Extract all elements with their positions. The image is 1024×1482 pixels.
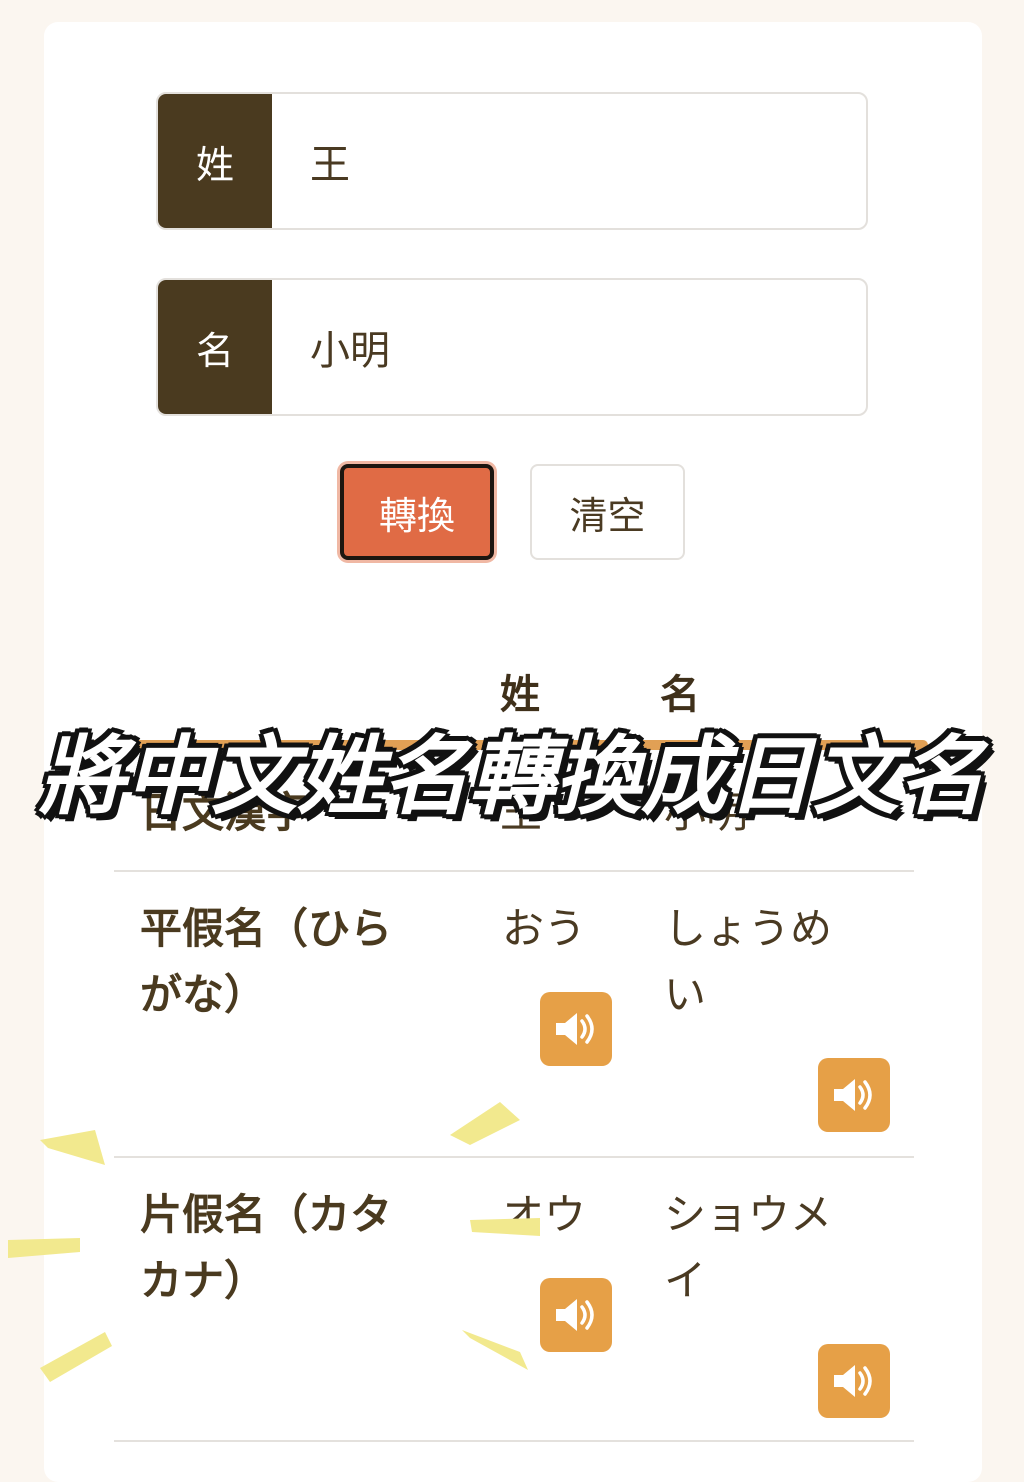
given-name-input[interactable] <box>272 280 866 414</box>
hiragana-given-line1: しょうめ <box>664 904 833 953</box>
hiragana-given-line2: い <box>664 970 707 1019</box>
sparkle-decoration <box>8 1102 540 1382</box>
katakana-given-speaker-button[interactable] <box>818 1344 890 1418</box>
row-label-hiragana-line1: 平假名（ひら <box>140 904 393 953</box>
katakana-given: ショウメ イ <box>664 1182 832 1314</box>
given-name-label: 名 <box>158 280 272 414</box>
row-divider <box>114 1440 914 1442</box>
katakana-given-line1: ショウメ <box>664 1190 833 1239</box>
katakana-given-line2: イ <box>664 1256 707 1305</box>
hiragana-surname-speaker-button[interactable] <box>540 992 612 1066</box>
convert-button[interactable]: 轉換 <box>340 464 494 560</box>
row-label-hiragana: 平假名（ひら がな） <box>140 896 440 1028</box>
surname-label: 姓 <box>158 94 272 228</box>
speaker-icon <box>556 1013 594 1045</box>
row-divider <box>114 870 914 872</box>
overlay-title: 將中文姓名轉換成日文名 <box>39 727 985 827</box>
surname-field: 姓 <box>156 92 868 230</box>
row-label-hiragana-line2: がな） <box>140 970 267 1019</box>
speaker-icon <box>834 1079 872 1111</box>
hiragana-given: しょうめ い <box>664 896 832 1028</box>
hiragana-surname: おう <box>502 904 587 953</box>
hiragana-given-speaker-button[interactable] <box>818 1058 890 1132</box>
speaker-icon <box>834 1365 872 1397</box>
surname-input[interactable] <box>272 94 866 228</box>
given-name-field: 名 <box>156 278 868 416</box>
clear-button[interactable]: 清空 <box>530 464 685 560</box>
